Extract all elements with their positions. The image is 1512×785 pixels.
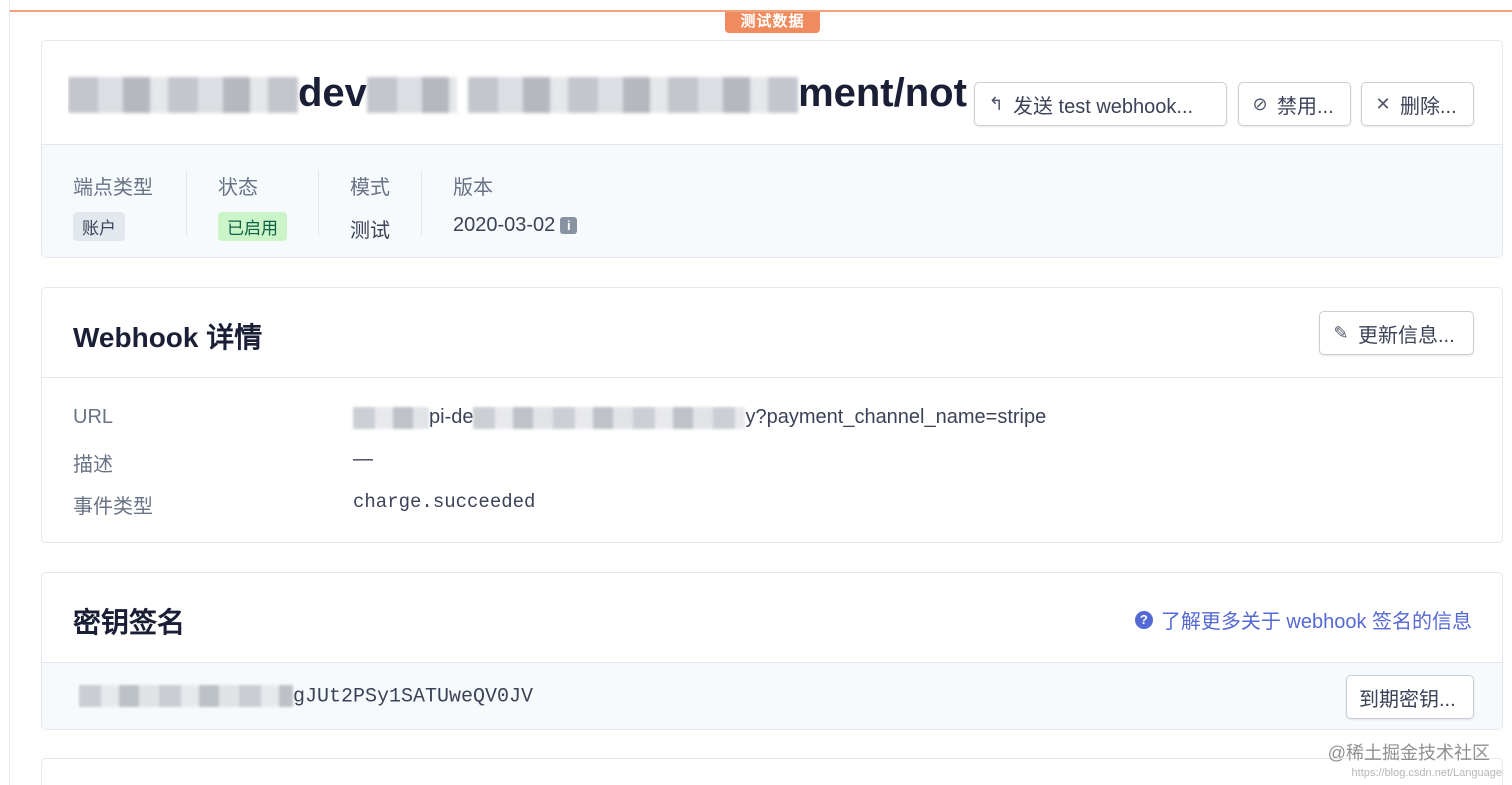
signing-secret-card: 密钥签名 ? 了解更多关于 webhook 签名的信息 gJUt2PSy1SAT… bbox=[41, 572, 1503, 730]
url-fragment: pi-de bbox=[429, 406, 474, 428]
left-border bbox=[9, 0, 10, 785]
description-label: 描述 bbox=[73, 454, 113, 476]
section-title: Webhook 详情 bbox=[73, 322, 263, 353]
signing-secret-header: 密钥签名 ? 了解更多关于 webhook 签名的信息 bbox=[42, 573, 1502, 663]
update-details-button[interactable]: ✎ 更新信息... bbox=[1319, 311, 1474, 355]
update-details-label: 更新信息... bbox=[1358, 324, 1455, 347]
redacted-block bbox=[473, 406, 746, 429]
endpoint-card: dev ment/notif… ↰ 发送 test webhook... ⊘ 禁… bbox=[41, 40, 1503, 258]
webhook-details-card: Webhook 详情 ✎ 更新信息... URL pi-de y?payment_… bbox=[41, 287, 1503, 543]
learn-more-label: 了解更多关于 webhook 签名的信息 bbox=[1160, 611, 1472, 633]
redacted-block bbox=[468, 77, 799, 114]
redacted-block bbox=[79, 685, 293, 707]
watermark: @稀土掘金技术社区 bbox=[1327, 743, 1490, 763]
watermark-url: https://blog.csdn.net/Language bbox=[1351, 767, 1502, 779]
endpoint-title-fragment: dev bbox=[298, 71, 367, 115]
redacted-block bbox=[68, 77, 298, 114]
divider bbox=[186, 170, 187, 236]
meta-status: 状态 已启用 bbox=[218, 171, 287, 241]
endpoint-meta-bar: 端点类型 账户 状态 已启用 模式 测试 版本 2020-03-02 i bbox=[42, 145, 1502, 257]
meta-label: 版本 bbox=[453, 177, 493, 199]
endpoint-url-title: dev ment/notif… bbox=[68, 71, 968, 116]
section-title: 密钥签名 bbox=[73, 607, 186, 638]
meta-version: 版本 2020-03-02 i bbox=[453, 171, 578, 237]
signing-secret-body: gJUt2PSy1SATUweQV0JV 到期密钥... bbox=[42, 663, 1502, 729]
description-value: — bbox=[353, 448, 373, 470]
expire-secret-button[interactable]: 到期密钥... bbox=[1346, 675, 1474, 719]
disable-button[interactable]: ⊘ 禁用... bbox=[1238, 82, 1351, 126]
signing-secret-value[interactable]: gJUt2PSy1SATUweQV0JV bbox=[79, 685, 533, 708]
event-types-label: 事件类型 bbox=[73, 496, 153, 518]
url-value[interactable]: pi-de y?payment_channel_name=stripe bbox=[353, 406, 1046, 429]
webhook-details-header: Webhook 详情 ✎ 更新信息... bbox=[42, 288, 1502, 378]
event-type-value: charge.succeeded bbox=[353, 491, 536, 513]
redacted-block bbox=[366, 77, 457, 114]
send-test-webhook-label: 发送 test webhook... bbox=[1013, 95, 1194, 118]
mode-value: 测试 bbox=[350, 220, 390, 242]
version-value: 2020-03-02 bbox=[453, 214, 556, 236]
send-test-webhook-button[interactable]: ↰ 发送 test webhook... bbox=[974, 82, 1227, 126]
next-card bbox=[41, 758, 1503, 785]
endpoint-type-badge: 账户 bbox=[73, 212, 125, 241]
learn-more-link[interactable]: ? 了解更多关于 webhook 签名的信息 bbox=[1134, 605, 1472, 634]
pencil-icon: ✎ bbox=[1333, 322, 1349, 343]
delete-button[interactable]: ✕ 删除... bbox=[1361, 82, 1474, 126]
meta-label: 端点类型 bbox=[73, 177, 153, 199]
prohibit-icon: ⊘ bbox=[1252, 93, 1268, 114]
divider bbox=[318, 170, 319, 236]
undo-arrow-icon: ↰ bbox=[988, 93, 1004, 114]
url-fragment: y?payment_channel_name=stripe bbox=[745, 406, 1047, 428]
disable-label: 禁用... bbox=[1277, 95, 1334, 118]
info-icon[interactable]: i bbox=[560, 217, 578, 234]
divider bbox=[421, 170, 422, 236]
test-data-badge: 测试数据 bbox=[725, 12, 820, 33]
meta-label: 状态 bbox=[218, 177, 258, 199]
status-badge: 已启用 bbox=[218, 212, 287, 241]
expire-secret-label: 到期密钥... bbox=[1359, 688, 1456, 711]
endpoint-header: dev ment/notif… ↰ 发送 test webhook... ⊘ 禁… bbox=[42, 41, 1502, 145]
endpoint-title-text: ment/notif… bbox=[798, 71, 968, 115]
url-label: URL bbox=[73, 406, 114, 428]
meta-mode: 模式 测试 bbox=[350, 171, 390, 243]
meta-endpoint-type: 端点类型 账户 bbox=[73, 171, 153, 241]
delete-label: 删除... bbox=[1400, 95, 1457, 118]
help-icon: ? bbox=[1134, 610, 1153, 629]
secret-fragment: gJUt2PSy1SATUweQV0JV bbox=[293, 685, 534, 709]
redacted-block bbox=[353, 406, 429, 429]
close-icon: ✕ bbox=[1375, 93, 1391, 114]
meta-label: 模式 bbox=[350, 177, 390, 199]
